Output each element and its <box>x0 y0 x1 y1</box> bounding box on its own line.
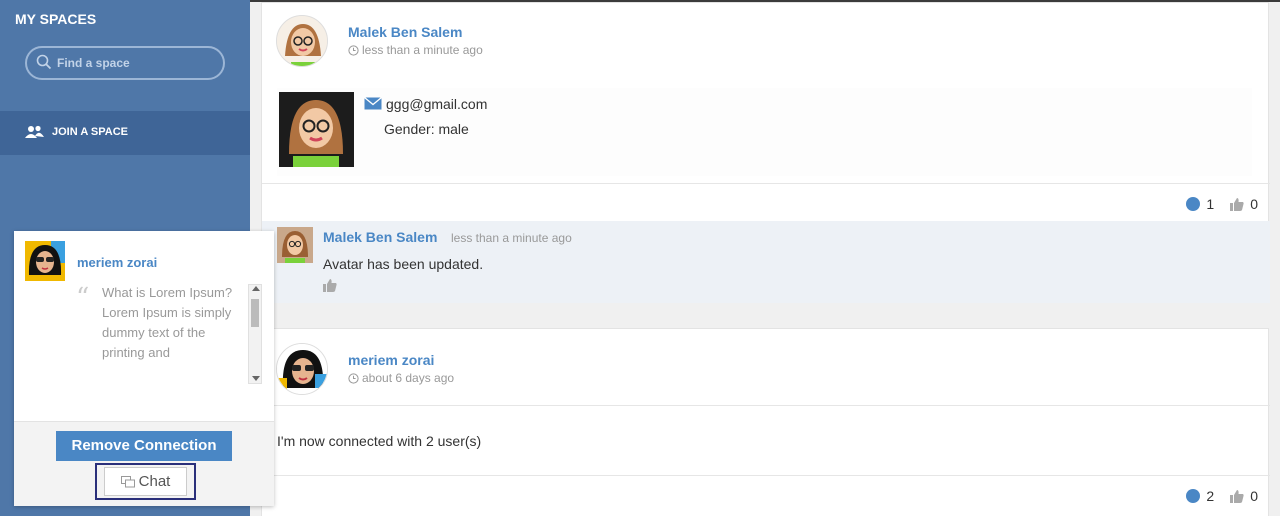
activity-card: Malek Ben Salem less than a minute ago g… <box>261 2 1270 303</box>
post-time-text: about 6 days ago <box>362 371 455 385</box>
post-author[interactable]: meriem zorai <box>348 352 434 368</box>
post-time: less than a minute ago <box>348 43 483 57</box>
card-divider <box>262 405 1270 406</box>
post-text: I'm now connected with 2 user(s) <box>277 433 482 449</box>
join-space-label: JOIN A SPACE <box>52 126 128 138</box>
comment-section: Malek Ben Salem less than a minute ago A… <box>262 221 1270 303</box>
search-icon <box>36 54 52 70</box>
clock-icon <box>348 45 359 56</box>
post-author[interactable]: Malek Ben Salem <box>348 24 462 40</box>
popup-user-name[interactable]: meriem zorai <box>77 255 157 270</box>
email-text: ggg@gmail.com <box>386 96 488 112</box>
comment-avatar-icon <box>277 227 313 263</box>
like-count: 0 <box>1250 488 1258 504</box>
avatar-image-icon <box>277 16 327 66</box>
chat-icon <box>120 476 135 488</box>
scroll-down-icon[interactable] <box>252 376 260 381</box>
like-icon[interactable] <box>1230 197 1244 211</box>
profile-email: ggg@gmail.com <box>364 96 487 112</box>
popup-avatar[interactable] <box>25 241 65 281</box>
comment-like-icon[interactable] <box>323 279 337 292</box>
post-stats: 1 0 <box>1186 196 1258 212</box>
popup-avatar-icon <box>25 241 65 281</box>
scroll-thumb[interactable] <box>251 299 259 327</box>
like-icon[interactable] <box>1230 489 1244 503</box>
card-divider <box>262 183 1270 184</box>
activity-card: meriem zorai about 6 days ago I'm now co… <box>261 328 1270 516</box>
profile-details: ggg@gmail.com Gender: male <box>277 88 1252 176</box>
comment-count: 2 <box>1206 488 1215 504</box>
quote-scrollbar[interactable] <box>248 284 262 384</box>
author-avatar[interactable] <box>276 343 328 395</box>
comment-count: 1 <box>1206 196 1215 212</box>
chat-button-inner[interactable]: Chat <box>104 467 187 496</box>
avatar-image-icon <box>277 344 327 394</box>
join-space-button[interactable]: JOIN A SPACE <box>0 111 250 155</box>
mail-icon <box>364 97 382 110</box>
profile-picture[interactable] <box>279 92 354 167</box>
comment-author[interactable]: Malek Ben Salem <box>323 229 437 245</box>
comment-time: less than a minute ago <box>451 231 572 245</box>
remove-connection-button[interactable]: Remove Connection <box>56 431 232 461</box>
comment-icon[interactable] <box>1186 489 1201 503</box>
profile-gender: Gender: male <box>384 121 469 137</box>
comment-text: Avatar has been updated. <box>323 256 484 272</box>
scroll-up-icon[interactable] <box>252 286 260 291</box>
comment-avatar[interactable] <box>277 227 313 263</box>
comment-icon[interactable] <box>1186 197 1201 211</box>
post-time-text: less than a minute ago <box>362 43 483 57</box>
profile-image-icon <box>279 92 354 167</box>
author-avatar[interactable] <box>276 15 328 67</box>
quote-icon: “ <box>76 283 90 313</box>
clock-icon <box>348 373 359 384</box>
space-search-box[interactable] <box>25 46 225 80</box>
user-popup: meriem zorai “ What is Lorem Ipsum? Lore… <box>14 231 274 506</box>
users-icon <box>25 125 44 138</box>
post-stats: 2 0 <box>1186 488 1258 504</box>
popup-quote: What is Lorem Ipsum? Lorem Ipsum is simp… <box>102 285 233 360</box>
popup-actions: Remove Connection Chat <box>14 421 274 506</box>
space-search-input[interactable] <box>57 54 217 72</box>
chat-button[interactable]: Chat <box>95 463 196 500</box>
post-time: about 6 days ago <box>348 371 454 385</box>
sidebar-title: MY SPACES <box>15 11 97 27</box>
chat-label: Chat <box>138 473 171 490</box>
like-count: 0 <box>1250 196 1258 212</box>
card-divider <box>262 475 1270 476</box>
